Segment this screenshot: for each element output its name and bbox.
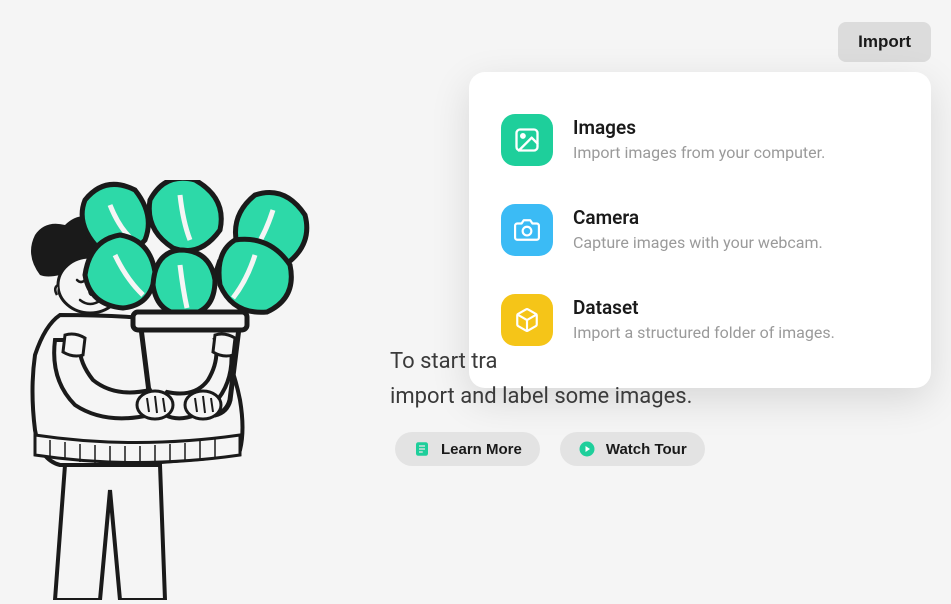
- dropdown-item-images[interactable]: Images Import images from your computer.: [501, 100, 899, 180]
- watch-tour-button[interactable]: Watch Tour: [560, 432, 705, 466]
- main-text-line2: import and label some images.: [390, 379, 692, 414]
- main-instruction-text: To start tra import and label some image…: [390, 344, 692, 414]
- dropdown-item-title: Images: [573, 116, 899, 139]
- learn-more-button[interactable]: Learn More: [395, 432, 540, 466]
- learn-more-label: Learn More: [441, 441, 522, 458]
- dropdown-item-text: Camera Capture images with your webcam.: [573, 204, 899, 252]
- dropdown-item-desc: Import images from your computer.: [573, 143, 899, 162]
- dropdown-item-camera[interactable]: Camera Capture images with your webcam.: [501, 190, 899, 270]
- watch-tour-label: Watch Tour: [606, 441, 687, 458]
- import-dropdown: Images Import images from your computer.…: [469, 72, 931, 388]
- person-plant-illustration: [5, 180, 335, 600]
- cube-icon: [501, 294, 553, 346]
- camera-icon: [501, 204, 553, 256]
- dropdown-item-desc: Import a structured folder of images.: [573, 323, 899, 342]
- import-button[interactable]: Import: [838, 22, 931, 62]
- import-button-label: Import: [858, 32, 911, 51]
- dropdown-item-text: Dataset Import a structured folder of im…: [573, 294, 899, 342]
- main-text-line1: To start tra: [390, 344, 692, 379]
- document-icon: [413, 440, 431, 458]
- dropdown-item-title: Dataset: [573, 296, 899, 319]
- action-buttons: Learn More Watch Tour: [395, 432, 705, 466]
- image-icon: [501, 114, 553, 166]
- dropdown-item-desc: Capture images with your webcam.: [573, 233, 899, 252]
- play-icon: [578, 440, 596, 458]
- dropdown-item-text: Images Import images from your computer.: [573, 114, 899, 162]
- dropdown-item-title: Camera: [573, 206, 899, 229]
